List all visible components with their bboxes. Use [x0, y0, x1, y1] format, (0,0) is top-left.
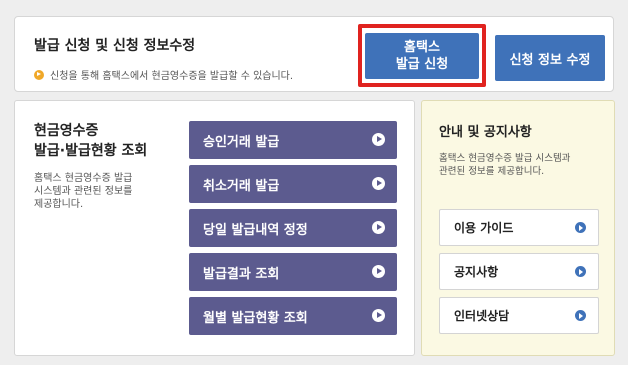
receipt-issue-description: 홈택스 현금영수증 발급 시스템과 관련된 정보를 제공합니다.: [34, 172, 174, 211]
issue-result-inquiry-label: 발급결과 조회: [203, 266, 280, 282]
receipt-issue-desc-line1: 홈택스 현금영수증 발급: [34, 173, 133, 184]
cancel-transaction-issue-label: 취소거래 발급: [203, 178, 280, 194]
hometax-issue-request-label-line1: 홈택스: [404, 40, 440, 55]
receipt-issue-panel: 현금영수증 발급·발급현황 조회 홈택스 현금영수증 발급 시스템과 관련된 정…: [14, 100, 415, 356]
bullet-arrow-icon: [34, 69, 44, 80]
hometax-issue-request-button[interactable]: 홈택스 발급 신청: [365, 33, 479, 79]
same-day-correction-button[interactable]: 당일 발급내역 정정: [189, 209, 397, 247]
hometax-issue-request-label-line2: 발급 신청: [395, 57, 449, 72]
user-guide-label: 이용 가이드: [454, 221, 514, 235]
arrow-right-icon: [372, 265, 385, 278]
notice-description: 홈택스 현금영수증 발급 시스템과 관련된 정보를 제공합니다.: [439, 152, 604, 178]
arrow-right-icon: [372, 177, 385, 190]
arrow-right-icon: [372, 221, 385, 234]
online-consultation-label: 인터넷상담: [454, 309, 510, 323]
arrow-right-icon: [372, 133, 385, 146]
notice-desc-line2: 관련된 정보를 제공합니다.: [439, 166, 545, 177]
notice-title: 안내 및 공지사항: [439, 125, 532, 140]
edit-request-info-button[interactable]: 신청 정보 수정: [495, 35, 605, 81]
issue-result-inquiry-button[interactable]: 발급결과 조회: [189, 253, 397, 291]
online-consultation-button[interactable]: 인터넷상담: [439, 297, 599, 334]
issue-request-description: 신청을 통해 홈택스에서 현금영수증을 발급할 수 있습니다.: [34, 67, 293, 82]
arrow-right-icon: [575, 222, 586, 233]
receipt-issue-desc-line3: 제공합니다.: [34, 199, 84, 210]
issue-request-title: 발급 신청 및 신청 정보수정: [34, 38, 196, 54]
arrow-right-icon: [575, 310, 586, 321]
notices-label: 공지사항: [454, 265, 499, 279]
same-day-correction-label: 당일 발급내역 정정: [203, 222, 308, 238]
issue-request-description-text: 신청을 통해 홈택스에서 현금영수증을 발급할 수 있습니다.: [50, 71, 294, 82]
receipt-issue-title: 현금영수증 발급·발급현황 조회: [34, 121, 194, 161]
notices-button[interactable]: 공지사항: [439, 253, 599, 290]
monthly-issue-status-button[interactable]: 월별 발급현황 조회: [189, 297, 397, 335]
receipt-issue-title-line1: 현금영수증: [34, 123, 99, 139]
monthly-issue-status-label: 월별 발급현황 조회: [203, 310, 308, 326]
receipt-issue-desc-line2: 시스템과 관련된 정보를: [34, 186, 133, 197]
approved-transaction-issue-label: 승인거래 발급: [203, 134, 280, 150]
arrow-right-icon: [575, 266, 586, 277]
receipt-issue-title-line2: 발급·발급현황 조회: [34, 143, 148, 159]
notice-panel: 안내 및 공지사항 홈택스 현금영수증 발급 시스템과 관련된 정보를 제공합니…: [421, 100, 615, 356]
notice-desc-line1: 홈택스 현금영수증 발급 시스템과: [439, 153, 571, 164]
approved-transaction-issue-button[interactable]: 승인거래 발급: [189, 121, 397, 159]
issue-request-panel: 발급 신청 및 신청 정보수정 신청을 통해 홈택스에서 현금영수증을 발급할 …: [14, 16, 614, 92]
user-guide-button[interactable]: 이용 가이드: [439, 209, 599, 246]
cancel-transaction-issue-button[interactable]: 취소거래 발급: [189, 165, 397, 203]
arrow-right-icon: [372, 309, 385, 322]
